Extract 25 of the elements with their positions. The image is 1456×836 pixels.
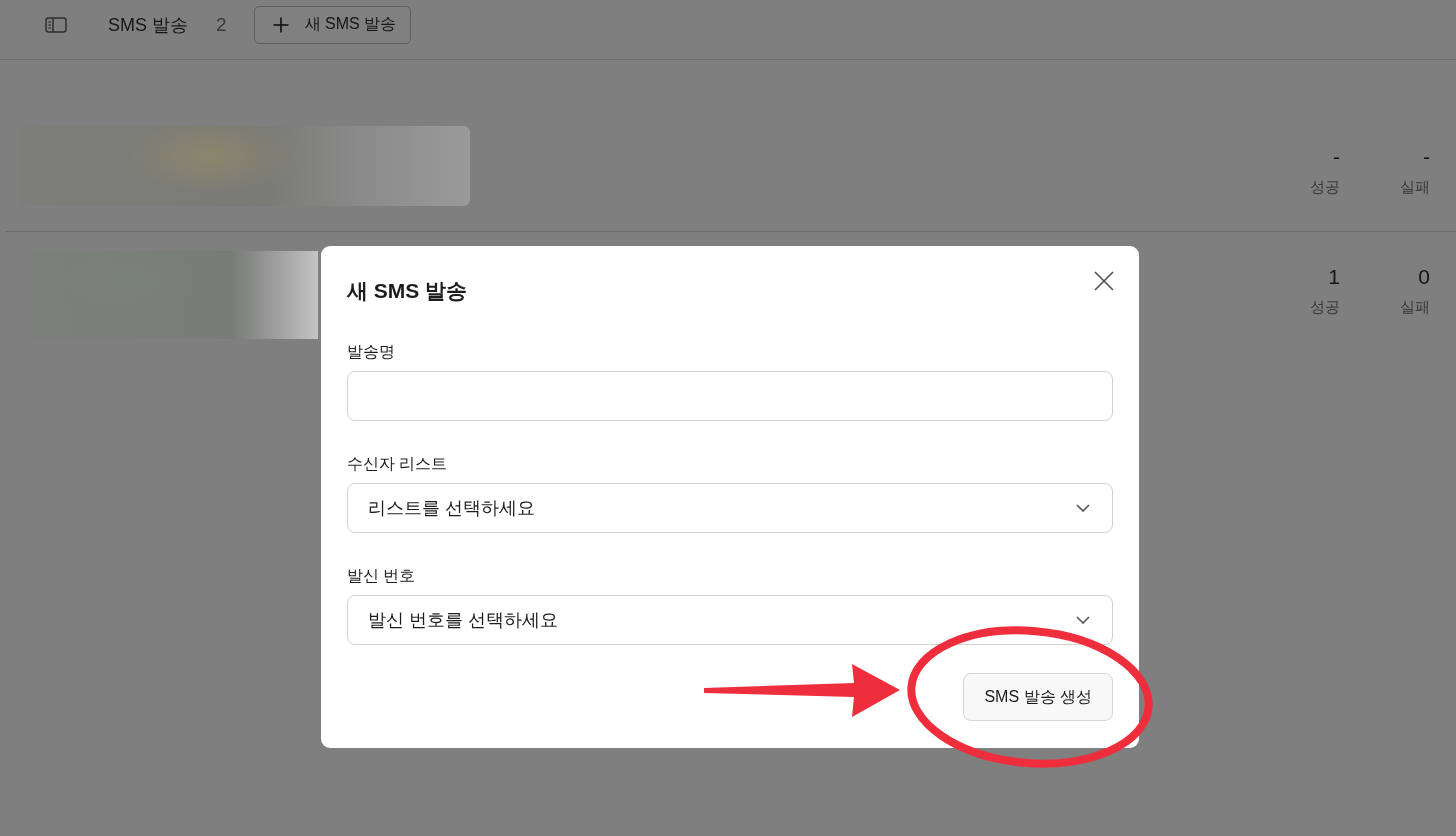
stat-value: 0	[1418, 264, 1430, 290]
close-icon	[1094, 271, 1114, 291]
stat-label: 실패	[1400, 297, 1430, 317]
input-field[interactable]	[347, 371, 1113, 421]
page-title: SMS 발송	[108, 13, 188, 37]
sidebar-icon[interactable]	[45, 16, 67, 33]
stat-label: 성공	[1310, 177, 1340, 197]
item-count: 2	[216, 12, 227, 37]
plus-icon	[272, 16, 289, 33]
field-label: 수신자 리스트	[347, 454, 449, 474]
dialog-title: 새 SMS 발송	[347, 278, 468, 304]
stat-value: 1	[1328, 264, 1340, 290]
field-label: 발송명	[347, 342, 396, 362]
chevron-down-icon	[1076, 616, 1090, 624]
chevron-down-icon	[1076, 504, 1090, 512]
stat-label: 성공	[1310, 297, 1340, 317]
stat-label: 실패	[1400, 177, 1430, 197]
dropdown[interactable]: 리스트를 선택하세요	[347, 483, 1113, 533]
new-sms-button[interactable]: 새 SMS 발송	[253, 5, 412, 44]
close-button[interactable]	[1094, 271, 1114, 291]
create-button[interactable]: SMS 발송 생성	[963, 673, 1113, 721]
stat-value: -	[1333, 144, 1340, 170]
stat-value: -	[1423, 144, 1430, 170]
field-label: 발신 번호	[347, 566, 417, 586]
dropdown[interactable]: 발신 번호를 선택하세요	[347, 595, 1113, 645]
